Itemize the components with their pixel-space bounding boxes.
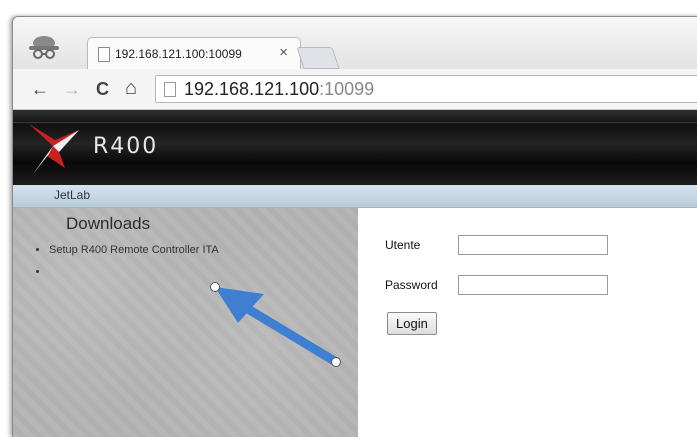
downloads-list: Setup R400 Remote Controller ITA [33, 244, 219, 288]
downloads-heading: Downloads [66, 214, 151, 233]
browser-toolbar: ← → C ⌂ 192.168.121.100:10099 [13, 69, 697, 110]
tab-strip: 192.168.121.100:10099 × [13, 17, 697, 70]
password-field[interactable] [458, 275, 608, 295]
page-icon [164, 82, 176, 97]
r400-logo-icon [29, 124, 79, 174]
url-host: 192.168.121.100 [184, 79, 320, 99]
list-item: Setup R400 Remote Controller ITA [49, 244, 219, 266]
logo-text: R400 [93, 134, 159, 159]
close-tab-icon[interactable]: × [279, 44, 288, 61]
new-tab-button[interactable] [296, 47, 340, 69]
login-button[interactable]: Login [387, 312, 437, 335]
url-port: :10099 [319, 79, 375, 99]
url-text: 192.168.121.100:10099 [184, 79, 374, 100]
home-icon[interactable]: ⌂ [125, 77, 137, 100]
user-field[interactable] [458, 235, 608, 255]
password-label: Password [385, 278, 438, 292]
user-label: Utente [385, 238, 421, 252]
menu-item-jetlab[interactable]: JetLab [54, 188, 90, 202]
back-icon[interactable]: ← [31, 79, 49, 100]
reload-icon[interactable]: C [96, 79, 109, 100]
tab-active[interactable]: 192.168.121.100:10099 × [87, 37, 301, 70]
menu-bar: JetLab [13, 185, 697, 208]
login-form: Utente Password Login [373, 208, 697, 437]
tab-title: 192.168.121.100:10099 [115, 47, 242, 61]
list-item [49, 266, 219, 288]
site-banner: R400 [13, 110, 697, 185]
page-viewport: R400 JetLab Downloads Setup R400 Remote … [13, 110, 697, 437]
incognito-icon [29, 36, 59, 59]
forward-icon[interactable]: → [63, 79, 81, 100]
address-bar[interactable]: 192.168.121.100:10099 [155, 75, 697, 103]
browser-window: 192.168.121.100:10099 × ← → C ⌂ 192.168.… [12, 16, 697, 437]
download-link[interactable]: Setup R400 Remote Controller ITA [49, 244, 219, 256]
downloads-panel: Downloads Setup R400 Remote Controller I… [13, 208, 358, 437]
page-icon [98, 47, 110, 62]
